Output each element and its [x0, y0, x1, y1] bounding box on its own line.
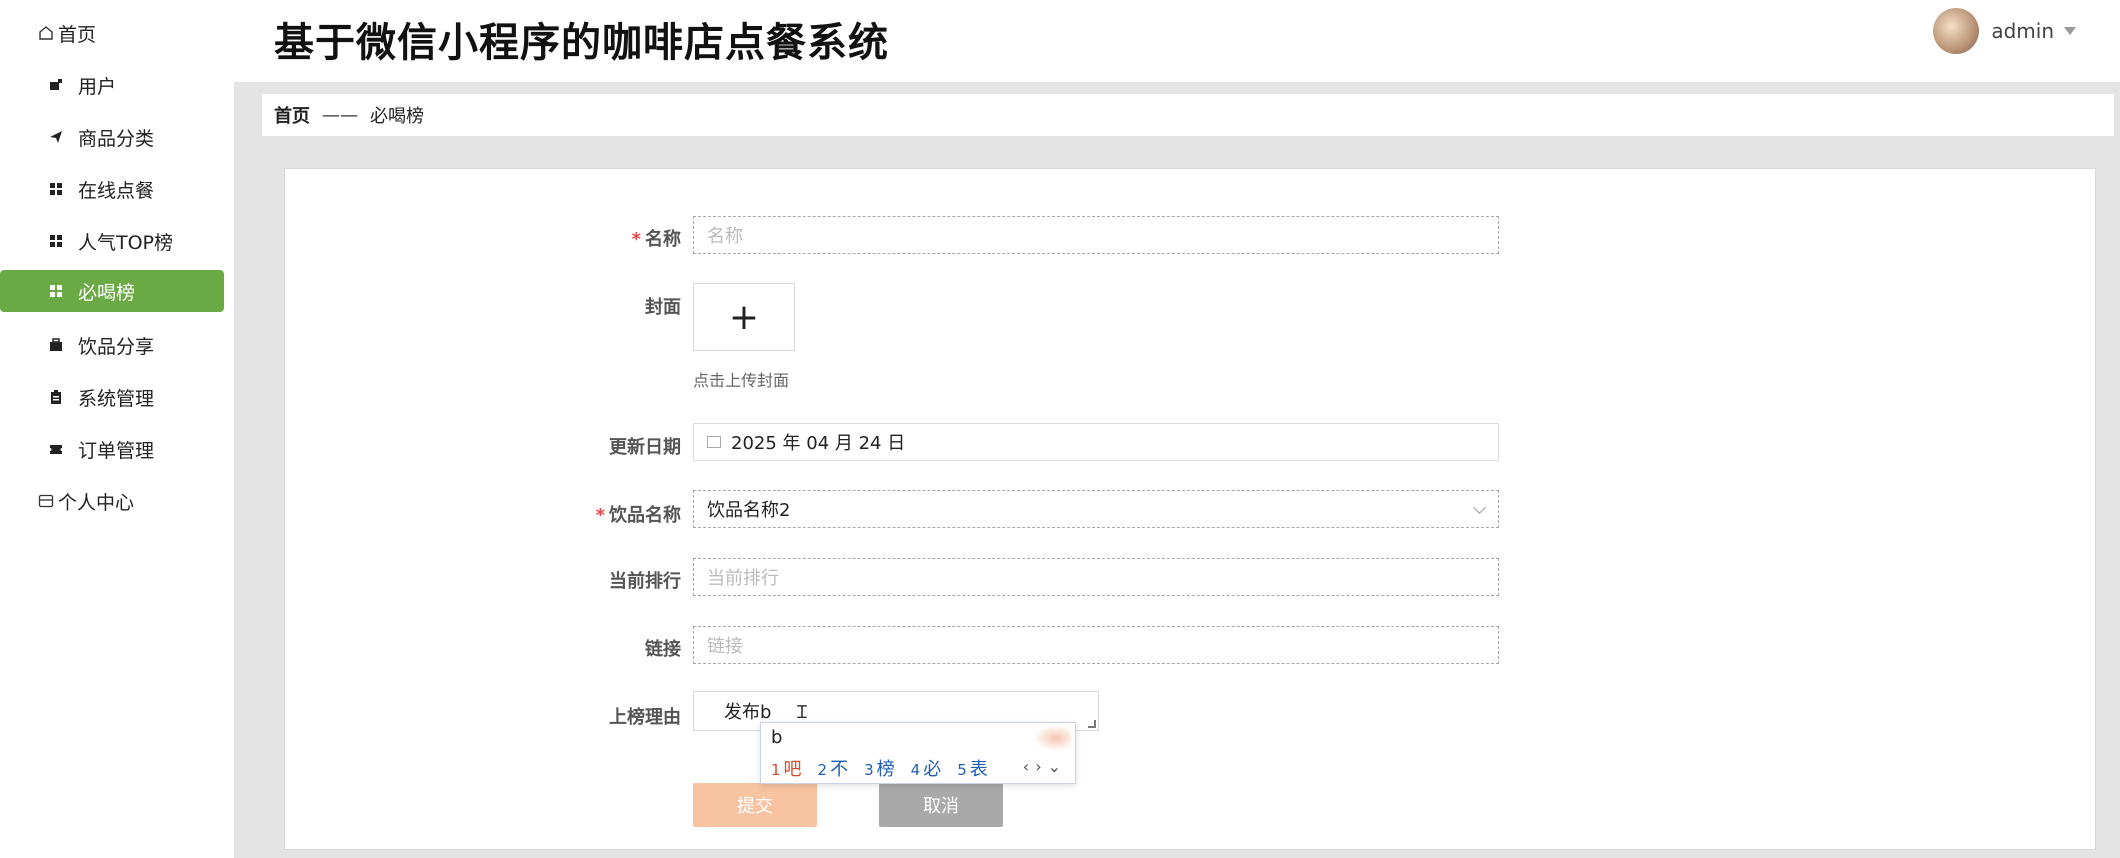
avatar[interactable] — [1933, 8, 1980, 54]
cover-upload-button[interactable]: + — [693, 283, 795, 351]
user-name: admin — [1991, 19, 2054, 43]
link-label: 链接 — [645, 639, 681, 660]
caret-down-icon — [2064, 27, 2076, 35]
name-input[interactable]: 名称 — [693, 216, 1499, 254]
name-label: * 名称 — [631, 229, 681, 250]
sidebar-item-label: 商品分类 — [78, 127, 155, 150]
folder-icon — [38, 493, 54, 509]
sidebar: 首页 用户 商品分类 在线点餐 人气TOP榜 必喝榜 饮品分享 系统管理 订单管… — [0, 0, 234, 858]
sidebar-item-system[interactable]: 系统管理 — [0, 376, 224, 418]
app-title: 基于微信小程序的咖啡店点餐系统 — [274, 20, 889, 66]
sidebar-item-user[interactable]: 用户 — [0, 64, 224, 106]
chevron-left-icon[interactable]: ‹ — [1023, 757, 1035, 776]
cover-upload-hint: 点击上传封面 — [693, 371, 790, 390]
date-label: 更新日期 — [609, 437, 681, 458]
drink-label: * 饮品名称 — [595, 505, 681, 526]
ime-candidate-list: 1吧 2不 3榜 4必 5表 — [771, 755, 1004, 781]
drink-value: 饮品名称2 — [707, 500, 791, 521]
grid-icon — [48, 283, 64, 299]
sidebar-item-profile[interactable]: 个人中心 — [0, 480, 224, 522]
ime-candidate[interactable]: 1吧 — [771, 755, 802, 781]
date-value: 2025 年 04 月 24 日 — [731, 433, 906, 454]
sidebar-item-must-drink[interactable]: 必喝榜 — [0, 270, 224, 312]
ime-skin-decoration — [1033, 725, 1071, 751]
ime-candidate[interactable]: 3榜 — [864, 755, 895, 781]
rank-input[interactable]: 当前排行 — [693, 558, 1499, 596]
cancel-button[interactable]: 取消 — [879, 783, 1003, 827]
ime-candidate[interactable]: 4必 — [911, 755, 942, 781]
sidebar-item-label: 在线点餐 — [78, 179, 155, 202]
user-icon — [48, 77, 64, 93]
ticket-icon — [48, 441, 64, 457]
grid-icon — [48, 181, 64, 197]
sidebar-item-label: 首页 — [58, 23, 97, 46]
drink-select[interactable]: 饮品名称2 — [693, 490, 1499, 528]
sidebar-item-label: 用户 — [78, 75, 117, 98]
calendar-icon — [707, 436, 721, 448]
reason-label: 上榜理由 — [609, 707, 681, 728]
sidebar-item-label: 饮品分享 — [78, 335, 155, 358]
sidebar-item-share[interactable]: 饮品分享 — [0, 324, 224, 366]
sidebar-item-label: 必喝榜 — [78, 281, 136, 304]
date-picker[interactable]: 2025 年 04 月 24 日 — [693, 423, 1499, 461]
chevron-down-icon — [1473, 501, 1486, 514]
breadcrumb-home[interactable]: 首页 — [274, 102, 310, 128]
sidebar-item-label: 个人中心 — [58, 491, 135, 514]
chevron-right-icon[interactable]: › — [1035, 757, 1047, 776]
sidebar-item-orders[interactable]: 订单管理 — [0, 428, 224, 470]
user-menu[interactable]: admin — [1933, 8, 2076, 54]
sidebar-item-category[interactable]: 商品分类 — [0, 116, 224, 158]
required-mark: * — [631, 229, 641, 250]
clipboard-icon — [48, 389, 64, 405]
ime-page-nav[interactable]: ‹›⌄ — [1023, 757, 1067, 776]
sidebar-item-order-online[interactable]: 在线点餐 — [0, 168, 224, 210]
breadcrumb: 首页 —— 必喝榜 — [262, 94, 2114, 136]
sidebar-item-label: 订单管理 — [78, 439, 155, 462]
breadcrumb-separator: —— — [322, 104, 358, 126]
reason-value: 发布b — [724, 702, 772, 723]
sidebar-item-home[interactable]: 首页 — [0, 12, 224, 54]
briefcase-icon — [48, 337, 64, 353]
ime-candidate-window[interactable]: b 1吧 2不 3榜 4必 5表 ‹›⌄ — [760, 722, 1076, 784]
sidebar-item-label: 人气TOP榜 — [78, 231, 174, 254]
cover-label: 封面 — [645, 297, 681, 318]
resize-handle-icon[interactable] — [1088, 720, 1096, 728]
home-icon — [38, 25, 54, 41]
ime-candidate[interactable]: 5表 — [957, 755, 988, 781]
form-card: * 名称 名称 封面 + 点击上传封面 更新日期 2025 年 04 月 24 日… — [284, 168, 2096, 850]
rank-label: 当前排行 — [609, 571, 681, 592]
sidebar-item-label: 系统管理 — [78, 387, 155, 410]
text-cursor-icon: Ɪ — [797, 702, 808, 723]
breadcrumb-current: 必喝榜 — [370, 106, 424, 127]
sidebar-item-top[interactable]: 人气TOP榜 — [0, 220, 224, 262]
required-mark: * — [595, 505, 605, 526]
header: 基于微信小程序的咖啡店点餐系统 admin — [234, 0, 2120, 82]
main-area: 基于微信小程序的咖啡店点餐系统 admin 首页 —— 必喝榜 * 名称 名称 封… — [234, 0, 2120, 858]
ime-composition: b — [771, 727, 783, 748]
submit-button[interactable]: 提交 — [693, 783, 817, 827]
link-input[interactable]: 链接 — [693, 626, 1499, 664]
grid-icon — [48, 233, 64, 249]
send-icon — [48, 129, 64, 145]
chevron-down-icon[interactable]: ⌄ — [1048, 757, 1067, 776]
ime-candidate[interactable]: 2不 — [818, 755, 849, 781]
